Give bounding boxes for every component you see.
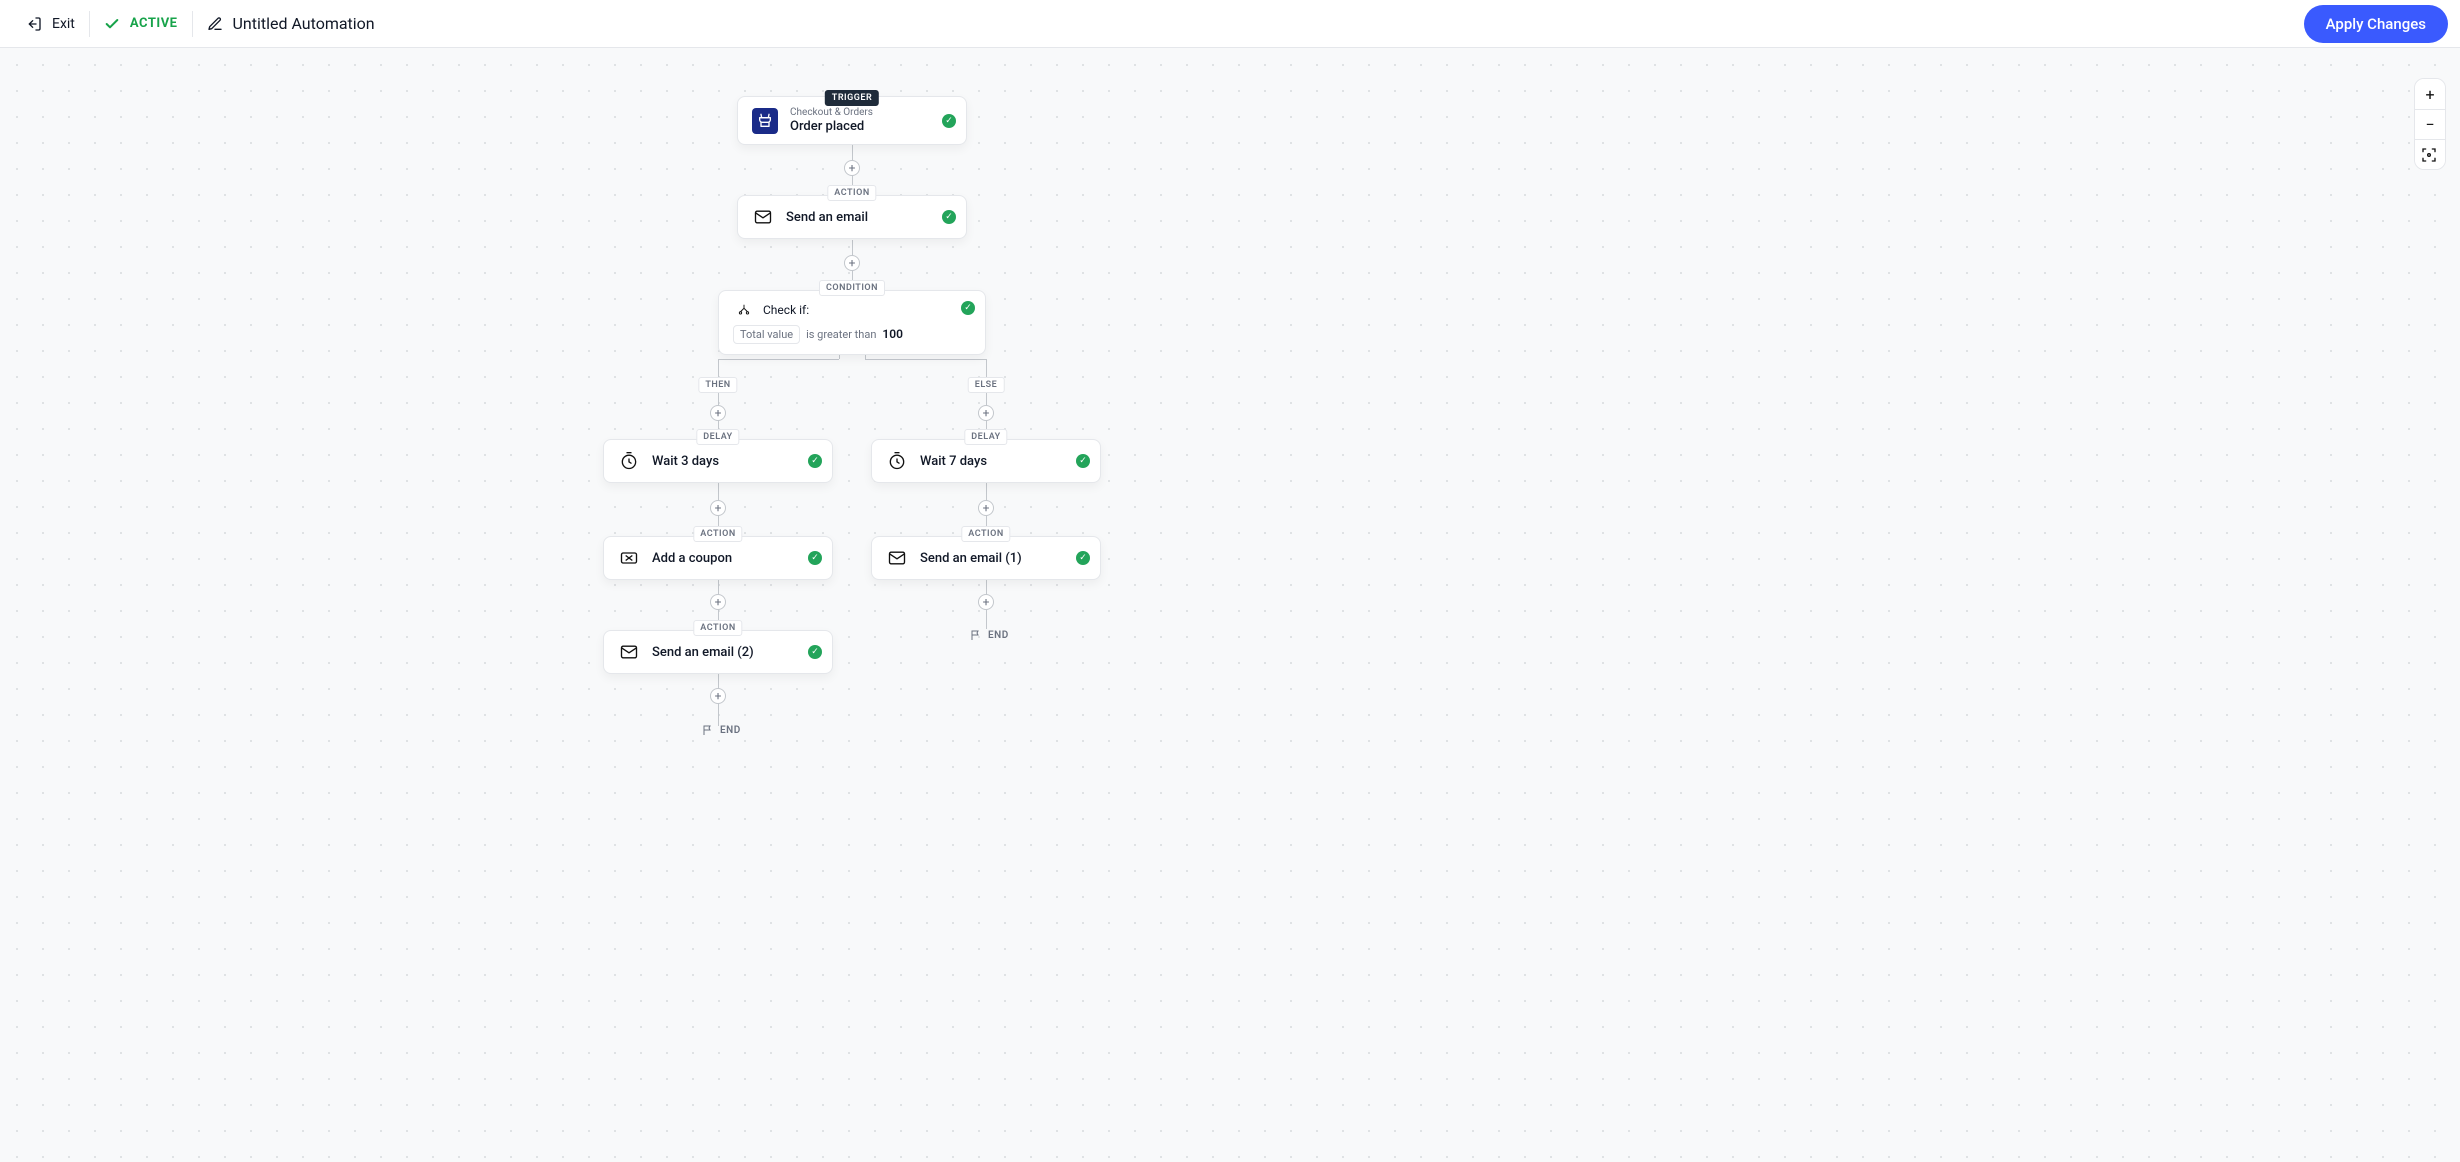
status-ok-icon: ✓ [961,301,975,315]
title-container[interactable]: Untitled Automation [193,0,389,47]
top-bar: Exit ACTIVE Untitled Automation Apply Ch… [0,0,2460,48]
status-ok-icon: ✓ [1076,551,1090,565]
edge [718,359,719,439]
storefront-icon [752,108,778,134]
branch-label: ELSE [968,377,1005,393]
node-text: Checkout & Orders Order placed [790,107,873,134]
mail-icon [752,206,774,228]
delay-node-else[interactable]: Wait 7 days ✓ [871,439,1101,483]
action-node-send-email[interactable]: Send an email ✓ [737,195,967,239]
trigger-title: Order placed [790,119,873,134]
status-ok-icon: ✓ [808,645,822,659]
node-title: Send an email [786,210,868,225]
end-marker: END [970,629,1009,641]
branch-label: THEN [698,377,737,393]
condition-expression: Total value is greater than 100 [733,325,903,344]
add-step-button[interactable]: + [710,594,726,610]
status-ok-icon: ✓ [808,454,822,468]
exit-label: Exit [52,16,75,32]
add-step-button[interactable]: + [710,500,726,516]
add-step-button[interactable]: + [710,405,726,421]
condition-value: 100 [882,327,903,341]
node-title: Send an email (2) [652,645,754,660]
zoom-fit-button[interactable] [2415,139,2445,169]
branch-icon [733,299,755,321]
status-ok-icon: ✓ [808,551,822,565]
pencil-icon [207,16,223,32]
edge [986,359,987,439]
clock-icon [886,450,908,472]
trigger-category: Checkout & Orders [790,107,873,119]
status-ok-icon: ✓ [942,114,956,128]
node-type-label: ACTION [693,526,742,542]
mail-icon [886,547,908,569]
node-title: Wait 7 days [920,454,987,469]
coupon-icon [618,547,640,569]
action-node-add-coupon[interactable]: Add a coupon ✓ [603,536,833,580]
zoom-in-button[interactable]: + [2415,79,2445,109]
status-text: ACTIVE [130,16,178,31]
flag-icon [970,629,982,641]
exit-icon [26,16,42,32]
apply-changes-button[interactable]: Apply Changes [2304,5,2448,43]
node-type-label: ACTION [961,526,1010,542]
add-step-button[interactable]: + [978,500,994,516]
zoom-controls: + − [2414,78,2446,170]
automation-title: Untitled Automation [233,14,375,33]
status-indicator: ACTIVE [90,0,192,47]
delay-node-then[interactable]: Wait 3 days ✓ [603,439,833,483]
status-ok-icon: ✓ [942,210,956,224]
add-step-button[interactable]: + [978,405,994,421]
add-step-button[interactable]: + [978,594,994,610]
mail-icon [618,641,640,663]
add-step-button[interactable]: + [844,255,860,271]
add-step-button[interactable]: + [844,160,860,176]
action-node-send-email-2[interactable]: Send an email (2) ✓ [603,630,833,674]
check-icon [104,16,120,32]
end-marker: END [702,724,741,736]
node-type-label: CONDITION [819,280,885,296]
condition-operator: is greater than [806,328,876,341]
flag-icon [702,724,714,736]
status-ok-icon: ✓ [1076,454,1090,468]
condition-heading: Check if: [763,303,809,317]
node-title: Wait 3 days [652,454,719,469]
node-title: Add a coupon [652,551,732,566]
end-label: END [720,725,741,736]
exit-button[interactable]: Exit [12,0,89,47]
add-step-button[interactable]: + [710,688,726,704]
node-title: Send an email (1) [920,551,1022,566]
node-type-label: ACTION [693,620,742,636]
flow-canvas[interactable]: + − + + + + + + + + + TRIGGER ACTION CON… [0,48,2460,1162]
edge [718,359,839,360]
condition-field: Total value [733,325,800,344]
node-type-label: DELAY [696,429,739,445]
clock-icon [618,450,640,472]
node-type-label: DELAY [964,429,1007,445]
edge [865,359,986,360]
condition-node[interactable]: Check if: Total value is greater than 10… [718,290,986,355]
node-type-label: TRIGGER [825,90,879,106]
action-node-send-email-1[interactable]: Send an email (1) ✓ [871,536,1101,580]
end-label: END [988,630,1009,641]
zoom-out-button[interactable]: − [2415,109,2445,139]
node-type-label: ACTION [827,185,876,201]
